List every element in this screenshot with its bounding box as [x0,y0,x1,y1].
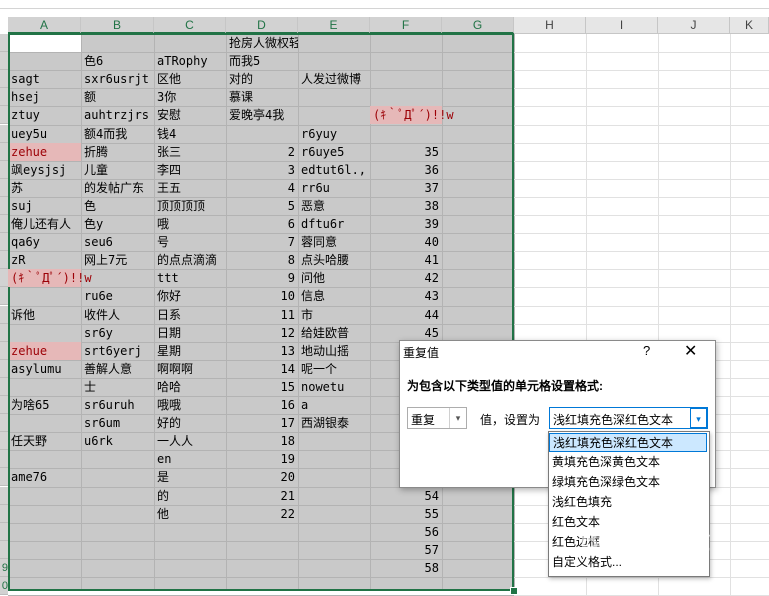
column-header-a[interactable]: A [8,17,81,34]
column-header-h[interactable]: H [514,17,586,34]
gridline-horizontal [514,287,769,288]
row-header[interactable] [0,70,8,89]
option-green-fill-dark-green-text[interactable]: 绿填充色深绿色文本 [549,473,707,492]
format-select[interactable]: 浅红填充色深红色文本 ▾ [549,407,708,429]
row-header[interactable] [0,160,8,179]
row-header[interactable] [0,287,8,306]
column-header-c[interactable]: C [154,17,226,34]
fill-handle[interactable] [510,587,518,595]
set-as-label: 值，设置为 [480,413,541,427]
close-button[interactable]: ✕ [684,341,697,361]
row-header[interactable] [0,178,8,197]
row-header[interactable] [0,377,8,396]
ribbon-edge [0,0,769,9]
row-header[interactable]: 9 [0,558,8,577]
row-header[interactable] [0,450,8,469]
row-header[interactable] [0,142,8,161]
gridline-horizontal [514,70,769,71]
column-header-g[interactable]: G [442,17,514,34]
gridline-vertical [514,34,515,591]
row-header[interactable] [0,106,8,125]
gridline-horizontal [514,577,769,578]
gridline-horizontal [514,161,769,162]
row-header[interactable] [0,196,8,215]
column-header-e[interactable]: E [298,17,370,34]
row-header[interactable] [0,215,8,233]
cell-f5[interactable]: (ｷ｀ﾟДﾟ´)!!w [370,106,454,125]
help-button[interactable]: ? [643,343,650,358]
column-header-b[interactable]: B [81,17,154,34]
dialog-title: 重复值 [403,346,440,360]
watermark: Baidu经验 [580,525,712,555]
gridline-horizontal [514,125,769,126]
gridline-horizontal [514,306,769,307]
row-header[interactable] [0,233,8,252]
gridline-horizontal [514,233,769,234]
row-header[interactable] [0,468,8,487]
row-header[interactable] [0,504,8,523]
row-header[interactable] [0,414,8,433]
column-header-d[interactable]: D [226,17,298,34]
gridline-horizontal [514,269,769,270]
gridline-vertical [730,34,731,596]
row-header[interactable] [0,269,8,288]
cell-a14[interactable]: (ｷ｀ﾟДﾟ´)!!w [8,269,92,288]
gridline-horizontal [514,106,769,107]
chevron-down-icon[interactable]: ▾ [690,408,707,428]
row-header[interactable] [0,52,8,71]
gridline-horizontal [514,197,769,198]
row-header[interactable] [0,323,8,342]
gridline-horizontal [514,215,769,216]
column-header-f[interactable]: F [370,17,442,34]
row-header[interactable] [0,540,8,559]
column-header-k[interactable]: K [730,17,769,34]
row-header[interactable] [0,359,8,378]
row-header[interactable] [0,522,8,541]
chevron-down-icon[interactable]: ▾ [449,408,466,428]
option-light-red-fill-dark-red-text[interactable]: 浅红填充色深红色文本 [549,433,707,452]
row-header[interactable] [0,251,8,270]
row-header[interactable]: 0 [0,577,8,595]
row-header[interactable] [0,124,8,143]
column-header-j[interactable]: J [658,17,730,34]
row-header[interactable] [0,88,8,107]
gridline-horizontal [514,179,769,180]
value-type-select[interactable]: 重复 ▾ [407,407,467,429]
gridline-horizontal [514,88,769,89]
option-yellow-fill-dark-yellow-text[interactable]: 黄填充色深黄色文本 [549,453,707,472]
gridline-horizontal [514,52,769,53]
row-header[interactable] [0,34,8,52]
gridline-horizontal [514,143,769,144]
row-header[interactable] [0,396,8,414]
row-header[interactable] [0,486,8,505]
row-header[interactable] [0,305,8,324]
gridline-horizontal [514,251,769,252]
row-header[interactable] [0,432,8,451]
gridline-horizontal [514,324,769,325]
option-light-red-fill[interactable]: 浅红色填充 [549,493,707,512]
dialog-prompt: 为包含以下类型值的单元格设置格式: [407,379,603,393]
column-header-i[interactable]: I [586,17,658,34]
row-header[interactable] [0,341,8,360]
format-select-text: 浅红填充色深红色文本 [553,413,674,427]
value-type-text: 重复 [411,413,436,427]
